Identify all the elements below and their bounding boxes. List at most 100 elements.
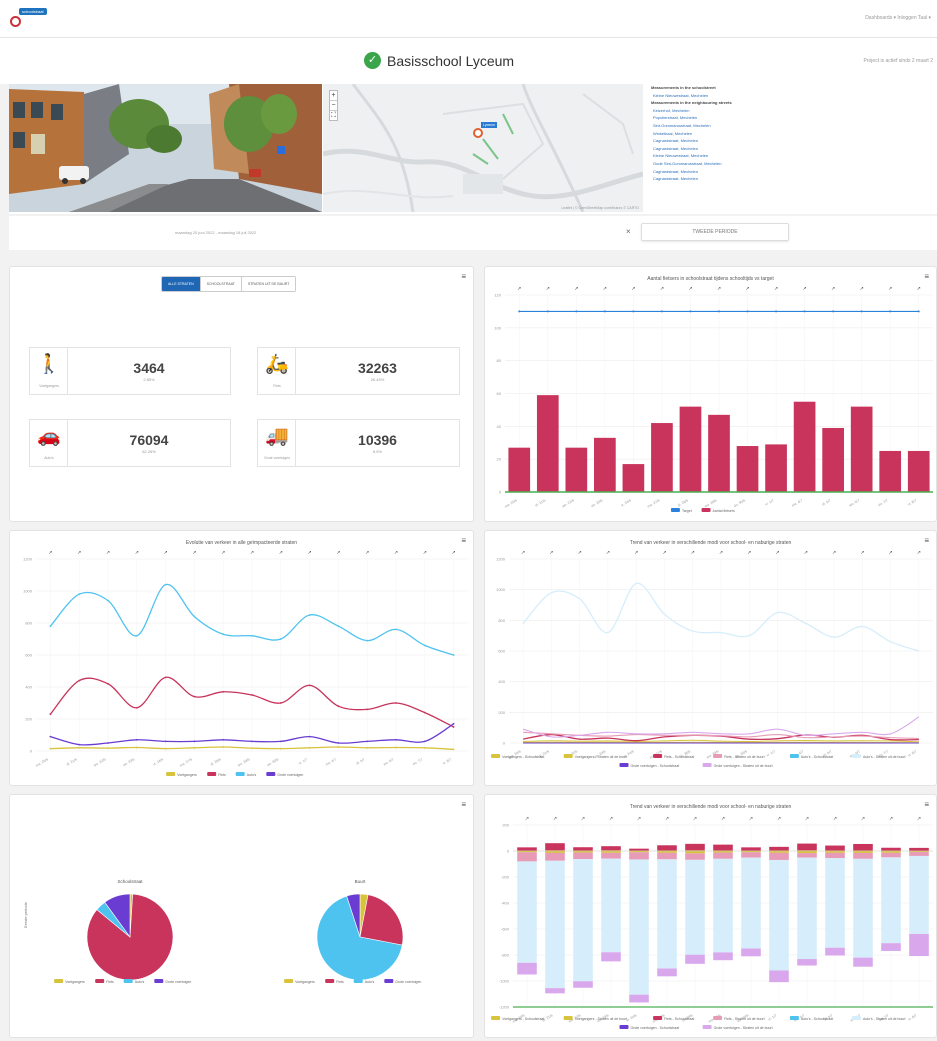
kpi-icon-box: 🛵 Fiets bbox=[258, 348, 296, 394]
school-marker-icon[interactable] bbox=[473, 128, 483, 138]
zoom-in-button[interactable]: + bbox=[330, 91, 337, 101]
series-point bbox=[222, 690, 225, 693]
tab-schoolstreet[interactable]: SCHOOLSTRAAT bbox=[200, 277, 242, 291]
x-tick-label: ma. 20/6 bbox=[504, 498, 518, 508]
legend-label: Voetgangers bbox=[65, 980, 85, 984]
second-period-button[interactable]: TWEEDE PERIODE bbox=[641, 223, 789, 241]
series-point bbox=[279, 740, 282, 743]
project-info: Project is actief sinds 2 maart 2 bbox=[863, 58, 933, 64]
annotation-arrow-icon: ↗ bbox=[665, 816, 669, 822]
street-link[interactable]: Winketkaai, Mechelen bbox=[651, 130, 937, 138]
schoolstreet-link[interactable]: Kleine Nieuwestraat, Mechelen bbox=[651, 92, 937, 100]
bar bbox=[907, 450, 930, 492]
kpi-label: Auto's bbox=[44, 456, 54, 460]
legend-label: Voetgangers - Schoolstraat bbox=[502, 755, 544, 759]
stack-segment bbox=[769, 970, 789, 983]
tab-all-streets[interactable]: ALLE STRATEN bbox=[162, 277, 201, 291]
series-point bbox=[107, 742, 109, 744]
y-tick-label: 800 bbox=[25, 621, 32, 626]
pie-title: Schoolstraat bbox=[117, 879, 143, 884]
annotation-arrow-icon: ↗ bbox=[221, 550, 225, 556]
legend-swatch bbox=[702, 1025, 712, 1029]
tab-neighbouring-streets[interactable]: STRATEN UIT DE BUURT bbox=[241, 277, 296, 291]
x-tick-label: vr. 1/7 bbox=[767, 1013, 777, 1021]
street-link[interactable]: Sint-Gommarusstraat, Mechelen bbox=[651, 122, 937, 130]
street-link[interactable]: Populierstraat, Mechelen bbox=[651, 114, 937, 122]
page-title: ✓ Basisschool Lyceum bbox=[364, 52, 514, 69]
legend-swatch bbox=[789, 1016, 799, 1020]
kpi-icon-box: 🚚 Grote voertuigen bbox=[258, 420, 296, 466]
annotation-arrow-icon: ↗ bbox=[637, 816, 641, 822]
stack-segment bbox=[769, 859, 789, 971]
legend-label: Grote voertuigen - Schoolstraat bbox=[631, 764, 680, 768]
stack-segment bbox=[853, 852, 873, 859]
kpi-percentage: 8.5% bbox=[372, 449, 383, 454]
date-range-picker[interactable]: maandag 20 juni 2022 - maandag 18 juli 2… bbox=[175, 230, 256, 235]
map-attribution[interactable]: Leaflet | © OpenStreetMap contributors ©… bbox=[561, 206, 639, 210]
series-point bbox=[107, 747, 109, 750]
legend-label: Fiets - Straten uit de buurt bbox=[724, 1017, 764, 1021]
map-view[interactable]: + − ⛶ Lyceum Leaflet | © OpenStreetMap c… bbox=[323, 84, 643, 212]
x-tick-label: vr. 24/6 bbox=[152, 757, 164, 766]
stack-segment bbox=[517, 861, 537, 963]
bar bbox=[622, 464, 645, 492]
street-link[interactable]: Cagnardstraat, Mechelen bbox=[651, 145, 937, 153]
y-tick-label: -800 bbox=[501, 953, 510, 958]
legend-swatch bbox=[266, 772, 276, 776]
y-tick-label: 0 bbox=[503, 741, 506, 746]
legend-label: Fiets bbox=[336, 980, 344, 984]
x-tick-label: vr. 24/6 bbox=[620, 498, 632, 507]
kpi-percentage: 2.85% bbox=[143, 377, 155, 382]
legend-swatch bbox=[852, 1016, 861, 1020]
menu-icon[interactable]: ≡ bbox=[461, 272, 466, 281]
series-point bbox=[395, 702, 397, 704]
series-point bbox=[366, 639, 369, 642]
street-link[interactable]: Kleine Nieuwestraat, Mechelen bbox=[651, 152, 937, 160]
y-tick-label: 400 bbox=[25, 685, 32, 690]
series-point bbox=[164, 747, 167, 750]
annotation-arrow-icon: ↗ bbox=[423, 550, 427, 556]
title-bar: ✓ Basisschool Lyceum Project is actief s… bbox=[0, 38, 937, 84]
x-tick-label: ma. 20/6 bbox=[35, 757, 49, 767]
kpi-label: Voetgangers bbox=[39, 384, 59, 388]
stack-segment bbox=[657, 845, 677, 851]
stack-segment bbox=[881, 943, 901, 951]
annotation-arrow-icon: ↗ bbox=[574, 286, 578, 292]
bar bbox=[651, 423, 673, 492]
close-icon[interactable]: × bbox=[626, 227, 631, 236]
stack-segment bbox=[853, 858, 873, 958]
stack-segment bbox=[741, 948, 761, 957]
street-link[interactable]: Cagnardstraat, Mechelen bbox=[651, 175, 937, 183]
stacked-bar-chart: -1200-1000-800-600-400-2000200ma. 20/6↗d… bbox=[491, 816, 933, 1030]
annotation-arrow-icon: ↗ bbox=[831, 286, 835, 292]
stack-segment bbox=[741, 857, 761, 949]
annotation-arrow-icon: ↗ bbox=[521, 550, 525, 556]
street-link[interactable]: Cagnardstraat, Mechelen bbox=[651, 168, 937, 176]
series-point bbox=[279, 702, 282, 704]
annotation-arrow-icon: ↗ bbox=[717, 286, 721, 292]
street-link[interactable]: Oude Sint-Gommarusstraat, Mechelen bbox=[651, 160, 937, 168]
y-tick-label: 40 bbox=[497, 424, 502, 429]
bikes-bar-chart: 0 20 40 60 80 100 120 ma. 20/6 ↗ di. 21/6 ↗ wo. 22/… bbox=[494, 286, 933, 513]
street-link[interactable]: Keizerhof, Mechelen bbox=[651, 107, 937, 115]
legend-swatch bbox=[123, 979, 133, 983]
series-point bbox=[337, 746, 340, 748]
fullscreen-button[interactable]: ⛶ bbox=[330, 111, 337, 120]
legend-swatch bbox=[491, 1016, 501, 1020]
annotation-arrow-icon: ↗ bbox=[888, 550, 892, 556]
legend-swatch bbox=[207, 772, 217, 776]
legend-label: Auto's bbox=[247, 773, 257, 777]
annotation-arrow-icon: ↗ bbox=[549, 550, 553, 556]
legend-label: Voetgangers - Straten uit de buurt bbox=[575, 1017, 628, 1021]
annotation-arrow-icon: ↗ bbox=[250, 550, 254, 556]
annotation-arrow-icon: ↗ bbox=[747, 550, 751, 556]
legend-label: Grote voertuigen bbox=[165, 980, 191, 984]
zoom-out-button[interactable]: − bbox=[330, 101, 337, 111]
bar bbox=[879, 450, 902, 492]
top-nav-links[interactable]: Dashboards ▾ Inloggen Taal ▾ bbox=[865, 15, 931, 21]
kpi-pedestrians: 🚶 Voetgangers 3464 2.85% bbox=[29, 347, 231, 395]
street-link[interactable]: Cagnardstraat, Mechelen bbox=[651, 137, 937, 145]
app-logo[interactable]: schoolstraat bbox=[10, 8, 50, 32]
series-point bbox=[423, 644, 426, 647]
target-point bbox=[575, 310, 578, 313]
